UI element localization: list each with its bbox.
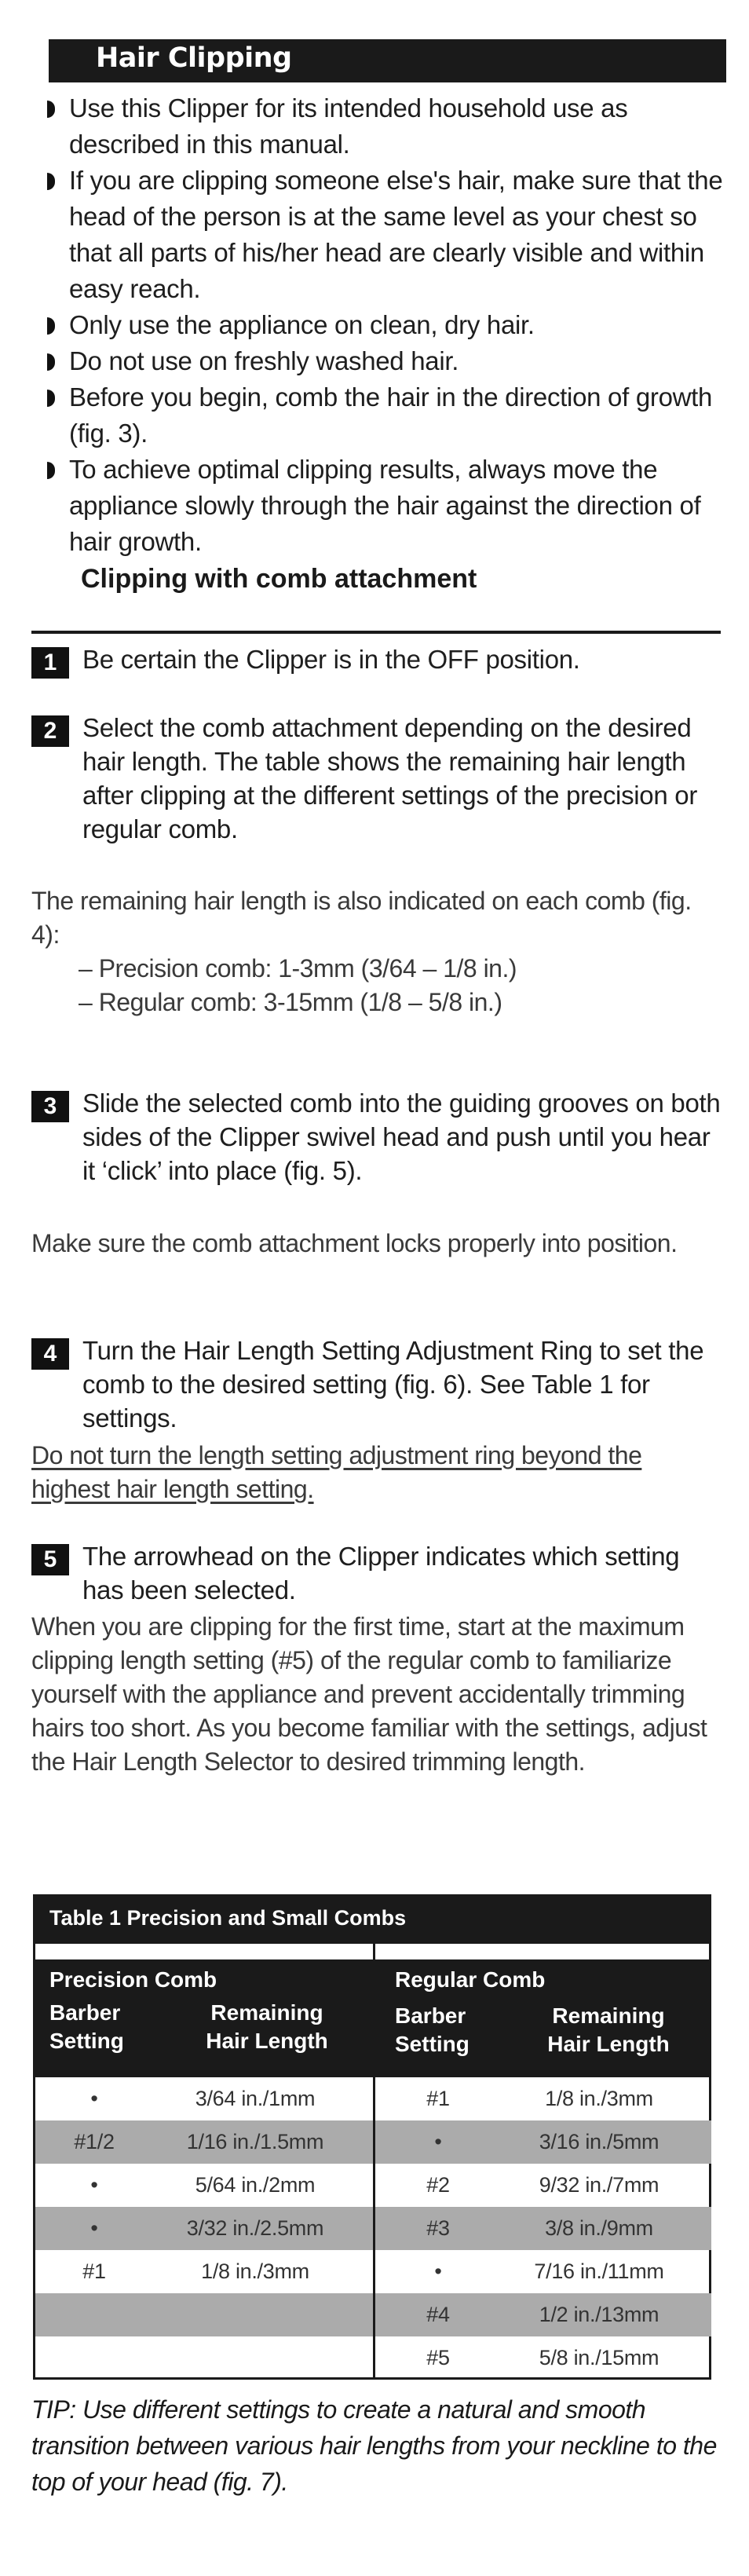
step-number-badge: 3 (31, 1091, 69, 1122)
table-row: #1 1/8 in./3mm (375, 2077, 711, 2120)
hair-length-cell: 3/32 in./2.5mm (186, 2216, 324, 2240)
column-header-length: Hair Length (206, 2029, 328, 2053)
step-5-note: When you are clipping for the first time… (31, 1612, 707, 1776)
half-circle-bullet-icon (47, 173, 55, 190)
step-text: Slide the selected comb into the guiding… (82, 1089, 721, 1185)
barber-setting-cell: #3 (426, 2216, 450, 2240)
hair-length-cell: 7/16 in./11mm (534, 2259, 664, 2283)
bullet-item: Only use the appliance on clean, dry hai… (30, 307, 729, 343)
table-row: • 7/16 in./11mm (375, 2250, 711, 2293)
column-header-setting: Setting (395, 2032, 469, 2056)
step-3: 3 Slide the selected comb into the guidi… (31, 1086, 722, 1187)
step-number-badge: 2 (31, 715, 69, 747)
subsection-title: Clipping with comb attachment (81, 564, 477, 594)
barber-setting-cell: #2 (426, 2173, 450, 2197)
barber-setting-cell: #1 (82, 2259, 106, 2283)
barber-setting-cell: • (434, 2259, 442, 2283)
group-header-regular: Regular Comb (395, 1967, 546, 1992)
step-2: 2 Select the comb attachment depending o… (31, 711, 722, 846)
hair-length-cell: 3/8 in./9mm (545, 2216, 653, 2240)
step-1: 1 Be certain the Clipper is in the OFF p… (31, 642, 722, 679)
barber-setting-cell: #4 (426, 2303, 450, 2326)
table-row (35, 2293, 373, 2336)
table-row: #2 9/32 in./7mm (375, 2164, 711, 2207)
step-number-badge: 5 (31, 1544, 69, 1575)
subsection-divider (31, 631, 721, 634)
table-row: • 3/16 in./5mm (375, 2120, 711, 2164)
bullet-item: Use this Clipper for its intended househ… (30, 90, 729, 163)
hair-length-cell: 9/32 in./7mm (539, 2173, 659, 2197)
bullet-item: If you are clipping someone else's hair,… (30, 163, 729, 307)
half-circle-bullet-icon (47, 390, 55, 407)
step-text: Be certain the Clipper is in the OFF pos… (82, 645, 580, 674)
step-2-note: The remaining hair length is also indica… (31, 887, 692, 949)
bullet-item: Do not use on freshly washed hair. (30, 343, 729, 379)
step-text: Select the comb attachment depending on … (82, 713, 698, 843)
step-5: 5 The arrowhead on the Clipper indicates… (31, 1539, 722, 1607)
table-caption: Table 1 Precision and Small Combs (49, 1906, 407, 1930)
step-4: 4 Turn the Hair Length Setting Adjustmen… (31, 1334, 722, 1435)
table-row: • 3/32 in./2.5mm (35, 2207, 373, 2250)
column-header-length: Remaining (552, 2003, 665, 2028)
column-header-setting: Barber (49, 2000, 121, 2025)
section-title: Hair Clipping (96, 42, 292, 74)
hair-length-cell: 5/64 in./2mm (195, 2173, 316, 2197)
column-header-length: Remaining (210, 2000, 323, 2025)
hair-length-cell: 1/16 in./1.5mm (186, 2130, 324, 2153)
table-caption-bar: Table 1 Precision and Small Combs (35, 1897, 709, 1944)
tip-text: TIP: Use different settings to create a … (31, 2395, 717, 2496)
table-spacer (35, 1944, 373, 1959)
hair-length-cell: 1/2 in./13mm (539, 2303, 659, 2326)
step-number-badge: 4 (31, 1338, 69, 1370)
column-header-setting: Setting (49, 2029, 124, 2053)
table-row: #3 3/8 in./9mm (375, 2207, 711, 2250)
hair-length-cell: 3/64 in./1mm (195, 2087, 316, 2110)
hair-length-cell: 5/8 in./15mm (539, 2346, 659, 2369)
settings-table: Table 1 Precision and Small Combs Precis… (33, 1894, 711, 2380)
table-header: Precision Comb Barber Setting Remaining … (35, 1959, 709, 2077)
barber-setting-cell: • (90, 2173, 98, 2197)
table-row: #1/2 1/16 in./1.5mm (35, 2120, 373, 2164)
step-3-note: Make sure the comb attachment locks prop… (31, 1229, 678, 1257)
table-row: #4 1/2 in./13mm (375, 2293, 711, 2336)
table-row: • 5/64 in./2mm (35, 2164, 373, 2207)
table-column-divider (373, 1944, 375, 2377)
hair-length-cell: 3/16 in./5mm (539, 2130, 659, 2153)
table-row: #1 1/8 in./3mm (35, 2250, 373, 2293)
comb-range-item: – Regular comb: 3-15mm (1/8 – 5/8 in.) (79, 988, 502, 1016)
hair-length-cell: 1/8 in./3mm (201, 2259, 309, 2283)
column-header-length: Hair Length (547, 2032, 670, 2056)
half-circle-bullet-icon (47, 101, 55, 118)
step-text: The arrowhead on the Clipper indicates w… (82, 1542, 680, 1605)
barber-setting-cell: #1 (426, 2087, 450, 2110)
half-circle-bullet-icon (47, 317, 55, 335)
table-row: #5 5/8 in./15mm (375, 2336, 711, 2380)
step-number-badge: 1 (31, 647, 69, 679)
barber-setting-cell: #1/2 (74, 2130, 115, 2153)
step-4-warning: Do not turn the length setting adjustmen… (31, 1441, 642, 1503)
step-text: Turn the Hair Length Setting Adjustment … (82, 1336, 704, 1433)
group-header-precision: Precision Comb (49, 1967, 217, 1992)
barber-setting-cell: • (90, 2216, 98, 2240)
barber-setting-cell: • (434, 2130, 442, 2153)
bullet-item: To achieve optimal clipping results, alw… (30, 452, 729, 560)
bullet-item: Before you begin, comb the hair in the d… (30, 379, 729, 452)
barber-setting-cell: #5 (426, 2346, 450, 2369)
column-header-setting: Barber (395, 2003, 466, 2028)
barber-setting-cell: • (90, 2087, 98, 2110)
section-header-bar: Hair Clipping (49, 39, 726, 82)
hair-length-cell: 1/8 in./3mm (545, 2087, 653, 2110)
half-circle-bullet-icon (47, 462, 55, 479)
comb-range-item: – Precision comb: 1-3mm (3/64 – 1/8 in.) (79, 954, 517, 982)
table-spacer (375, 1944, 709, 1959)
table-row: • 3/64 in./1mm (35, 2077, 373, 2120)
bullet-list: Use this Clipper for its intended househ… (30, 90, 729, 560)
table-row (35, 2336, 373, 2380)
half-circle-bullet-icon (47, 353, 55, 371)
